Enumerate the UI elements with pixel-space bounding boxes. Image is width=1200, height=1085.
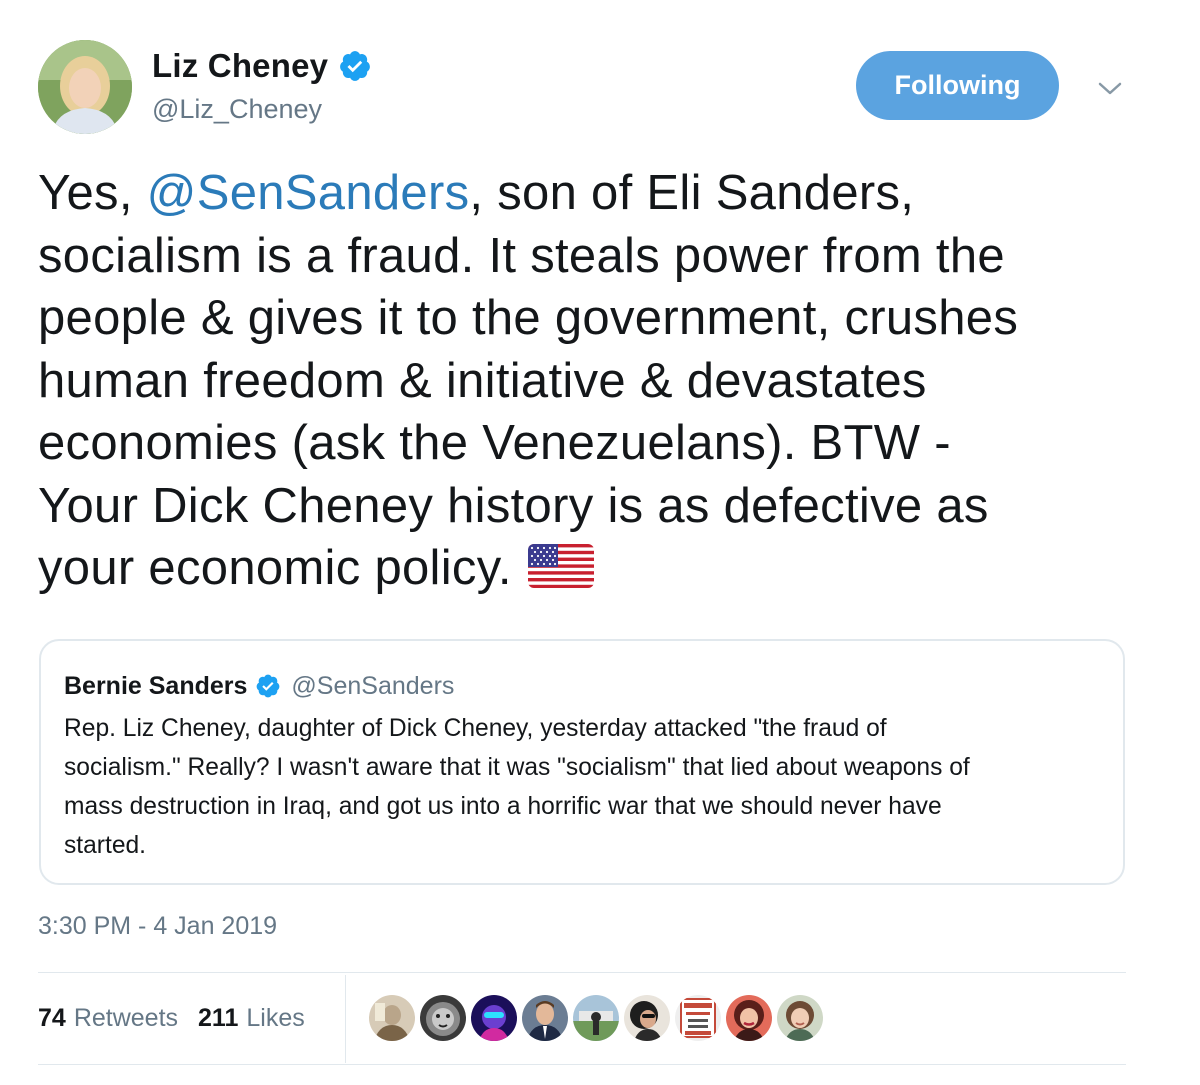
us-flag-icon [527,542,594,590]
tweet-line: human freedom & initiative & devastates [38,353,927,408]
liker-avatar-4[interactable] [522,995,568,1041]
verified-badge-icon [338,49,372,83]
likes-label: Likes [246,1003,305,1032]
author-info: Liz Cheney @Liz_Cheney [152,44,372,125]
tweet-card: Liz Cheney @Liz_Cheney Following Yes, @S… [0,0,1200,1085]
quoted-tweet-line: socialism." Really? I wasn't aware that … [64,754,970,781]
author-handle[interactable]: @Liz_Cheney [152,94,372,125]
liker-avatar-5[interactable] [573,995,619,1041]
liker-avatar-3[interactable] [471,995,517,1041]
liker-avatar-7[interactable] [675,995,721,1041]
retweets-stat[interactable]: 74 Retweets [38,1004,178,1033]
retweets-label: Retweets [73,1003,179,1032]
tweet-text-segment: your economic policy. [38,541,512,595]
likes-count: 211 [198,1003,239,1032]
tweet-line: your economic policy. [38,537,1138,600]
chevron-down-icon[interactable] [1094,76,1126,100]
tweet-timestamp[interactable]: 3:30 PM - 4 Jan 2019 [38,912,277,941]
verified-badge-icon [255,673,281,699]
tweet-stats: 74 Retweets 211 Likes [38,1000,305,1036]
liker-avatar-6[interactable] [624,995,670,1041]
quoted-tweet-line: started. [64,832,147,859]
quoted-author-name[interactable]: Bernie Sanders [64,672,247,701]
quoted-tweet-line: mass destruction in Iraq, and got us int… [64,793,942,820]
following-button[interactable]: Following [856,51,1059,120]
quoted-tweet[interactable]: Bernie Sanders @SenSanders Rep. Liz Chen… [39,639,1125,885]
liker-avatar-9[interactable] [777,995,823,1041]
quoted-tweet-line: Rep. Liz Cheney, daughter of Dick Cheney… [64,715,887,742]
likes-stat[interactable]: 211 Likes [198,1004,305,1033]
divider [38,972,1126,973]
divider [38,1064,1126,1065]
tweet-line: Yes, @SenSanders, son of Eli Sanders, [38,162,1138,225]
tweet-line: Your Dick Cheney history is as defective… [38,478,989,533]
liker-avatar-1[interactable] [369,995,415,1041]
divider [345,975,346,1063]
tweet-text-segment: Yes, [38,166,147,220]
tweet-text-segment: , son of Eli Sanders, [469,166,915,220]
likers-avatars [369,995,828,1041]
liker-avatar-8[interactable] [726,995,772,1041]
tweet-line: socialism is a fraud. It steals power fr… [38,228,1005,283]
quoted-tweet-text: Rep. Liz Cheney, daughter of Dick Cheney… [64,709,1104,865]
tweet-line: economies (ask the Venezuelans). BTW - [38,416,951,470]
retweets-count: 74 [38,1003,66,1032]
tweet-line: people & gives it to the government, cru… [38,291,1019,345]
author-display-name[interactable]: Liz Cheney [152,47,328,85]
quoted-tweet-header: Bernie Sanders @SenSanders [64,669,454,703]
mention-link[interactable]: @SenSanders [147,166,470,220]
liker-avatar-2[interactable] [420,995,466,1041]
author-avatar[interactable] [38,40,132,134]
quoted-author-handle[interactable]: @SenSanders [291,672,454,701]
tweet-text: Yes, @SenSanders, son of Eli Sanders, so… [38,162,1138,600]
